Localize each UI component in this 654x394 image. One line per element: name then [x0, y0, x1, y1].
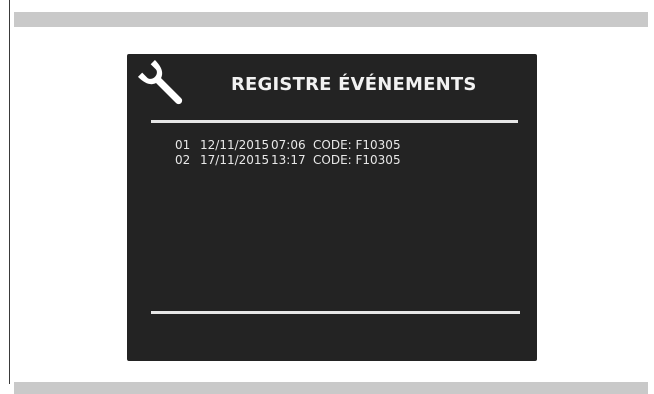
- event-date: 17/11/2015: [200, 153, 270, 167]
- screen-title: REGISTRE ÉVÉNEMENTS: [231, 74, 477, 95]
- wrench-icon: [137, 59, 183, 105]
- footer-divider: [151, 311, 520, 314]
- event-time: 13:17: [271, 153, 306, 167]
- footer-band: [14, 382, 648, 394]
- event-code: CODE: F10305: [313, 153, 401, 167]
- event-log-row: 01 12/11/2015 07:06 CODE: F10305: [175, 138, 401, 153]
- header-band: [14, 12, 648, 27]
- manual-page: REGISTRE ÉVÉNEMENTS 01 12/11/2015 07:06 COD…: [0, 0, 654, 394]
- event-number: 02: [175, 153, 191, 167]
- event-code: CODE: F10305: [313, 138, 401, 152]
- device-display: REGISTRE ÉVÉNEMENTS 01 12/11/2015 07:06 COD…: [127, 54, 537, 361]
- event-date: 12/11/2015: [200, 138, 270, 152]
- event-number: 01: [175, 138, 191, 152]
- event-time: 07:06: [271, 138, 306, 152]
- title-divider: [151, 120, 518, 123]
- margin-rule: [9, 0, 10, 384]
- event-log-list: 01 12/11/2015 07:06 CODE: F10305 02 17/11/20…: [175, 138, 401, 168]
- event-log-row: 02 17/11/2015 13:17 CODE: F10305: [175, 153, 401, 168]
